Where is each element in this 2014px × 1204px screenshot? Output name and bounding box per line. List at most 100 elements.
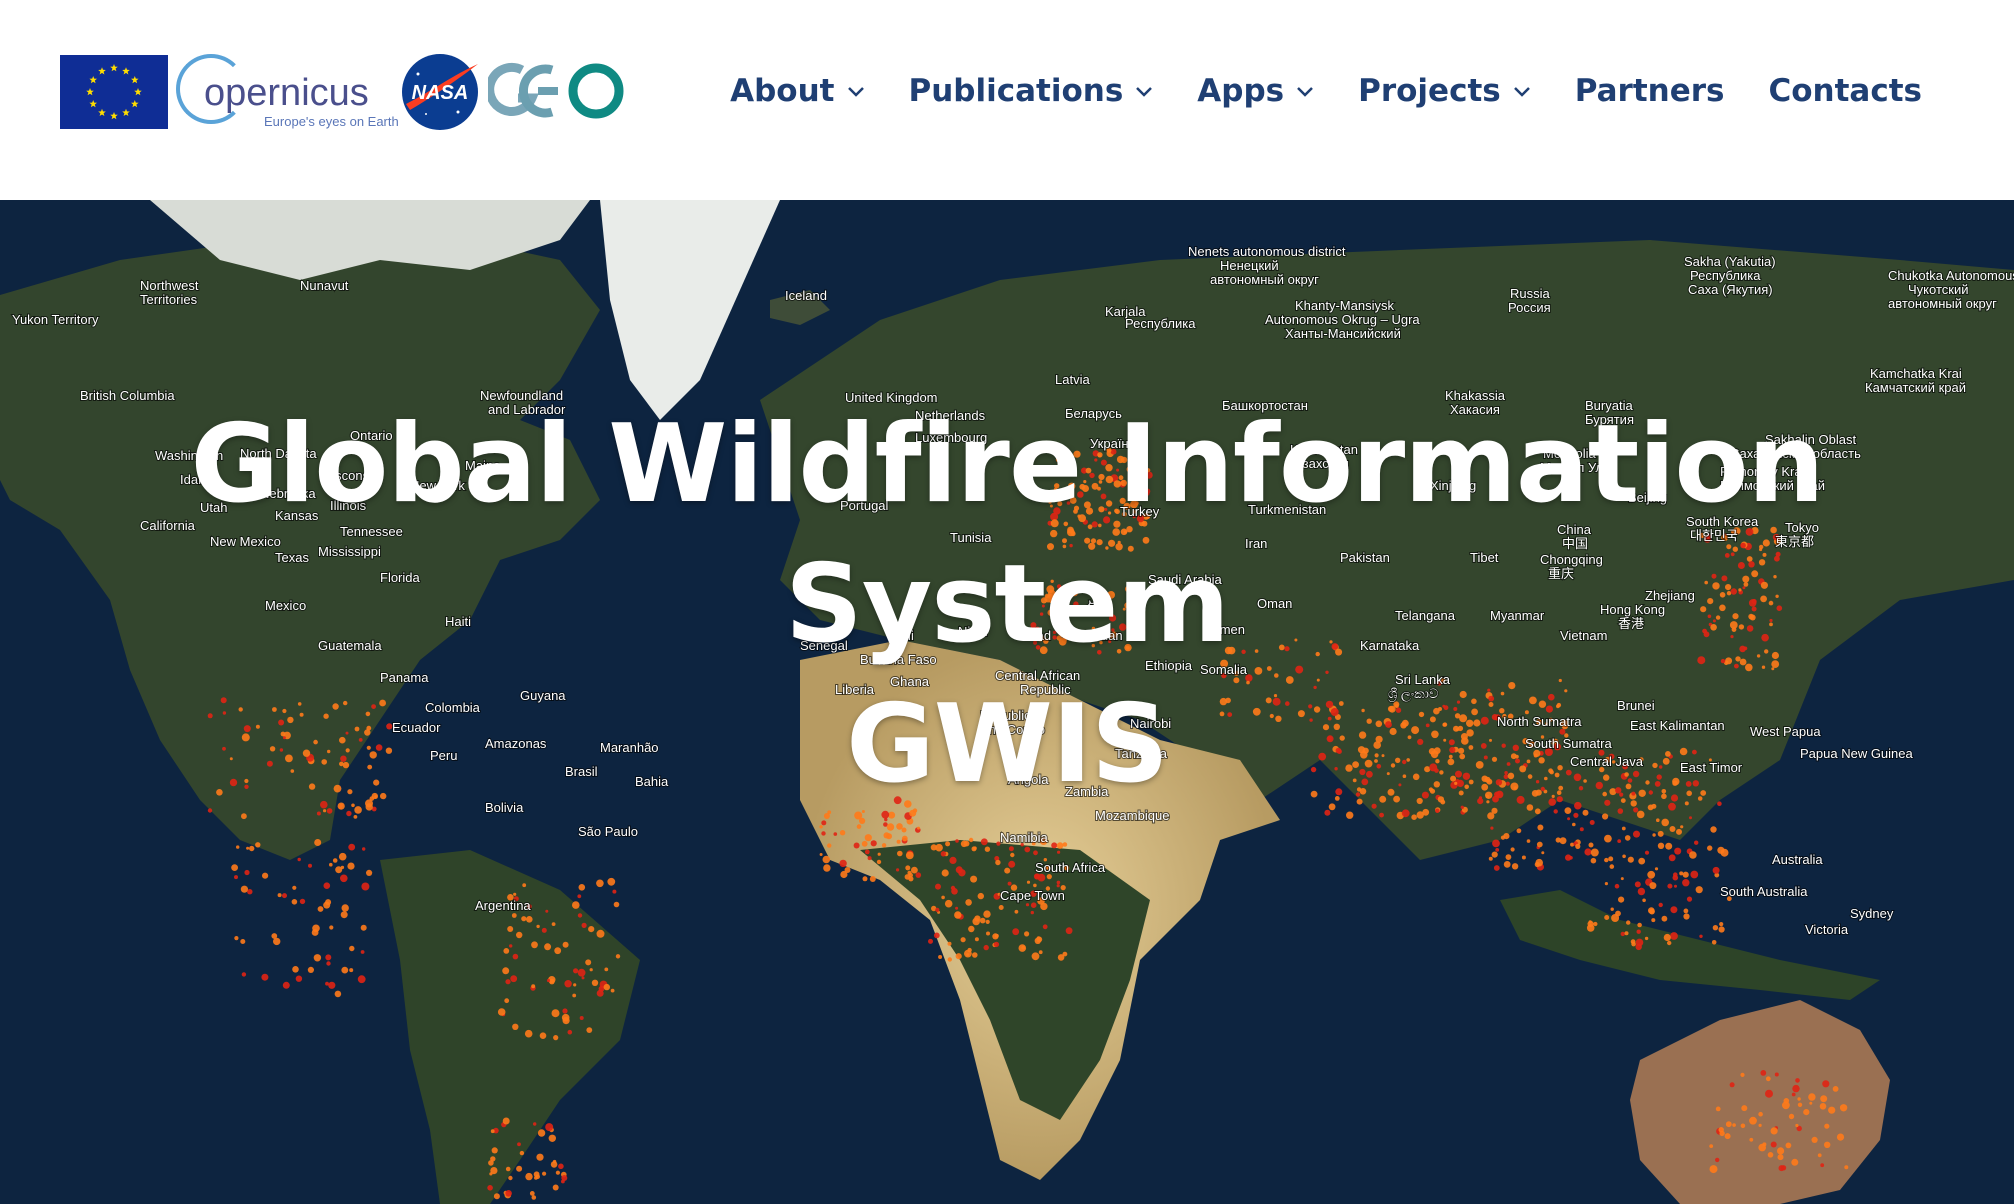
fire-dot [1590, 848, 1599, 857]
fire-dot [1686, 896, 1693, 902]
fire-dot [1824, 1141, 1831, 1148]
fire-dot [1656, 818, 1660, 822]
map-label-argentina: Argentina [475, 898, 531, 913]
fire-dot [985, 919, 990, 925]
fire-dot [1588, 842, 1594, 848]
fire-dot [908, 872, 913, 878]
fire-dot [497, 1008, 506, 1016]
fire-dot [236, 845, 240, 849]
map-label-namibia: Namibia [1000, 830, 1048, 845]
fire-dot [954, 911, 962, 919]
fire-dot [1712, 866, 1720, 874]
fire-dot [886, 823, 895, 831]
fire-dot [282, 893, 287, 899]
map-label-nenets: Nenets autonomous district [1188, 244, 1346, 259]
fire-dot [1774, 1072, 1779, 1077]
fire-dot [536, 1153, 544, 1161]
fire-dot [1699, 934, 1703, 938]
fire-dot [1652, 833, 1656, 837]
fire-dot [833, 832, 838, 836]
eu-stars-icon [60, 55, 168, 129]
fire-dot [1803, 1109, 1810, 1116]
fire-dot [1584, 848, 1592, 856]
fire-dot [1056, 842, 1064, 849]
eu-flag-logo[interactable] [60, 55, 168, 129]
fire-dot [819, 825, 823, 829]
fire-dot [1694, 840, 1699, 845]
fire-dot [1672, 874, 1679, 881]
geo-logo[interactable] [485, 58, 628, 124]
fire-dot [561, 1013, 570, 1022]
fire-dot [1033, 883, 1037, 888]
fire-dot [1709, 1144, 1714, 1148]
fire-dot [505, 979, 511, 985]
fire-dot [1791, 1158, 1799, 1166]
fire-dot [1056, 884, 1060, 888]
fire-dot [1718, 1127, 1724, 1133]
fire-dot [965, 899, 972, 906]
fire-dot [585, 959, 592, 966]
fire-dot [1521, 855, 1526, 860]
fire-dot [554, 947, 562, 955]
fire-dot [1711, 940, 1717, 945]
fire-dot [821, 820, 827, 826]
fire-dot [1792, 1084, 1800, 1093]
nasa-logo[interactable]: NASA [400, 52, 480, 132]
fire-dot [591, 979, 599, 986]
map-label-rossiya: Россия [1508, 300, 1551, 315]
nav-apps[interactable]: Apps [1197, 73, 1314, 109]
fire-dot [1637, 887, 1646, 896]
fire-dot [1669, 826, 1676, 832]
nav-contacts[interactable]: Contacts [1768, 73, 1922, 109]
fire-dot [1624, 835, 1631, 841]
fire-dot [341, 966, 349, 974]
nav-about[interactable]: About [730, 73, 864, 109]
fire-dot [967, 947, 972, 953]
fire-dot [1004, 867, 1011, 874]
fire-dot [1741, 1105, 1748, 1112]
fire-dot [883, 832, 890, 839]
fire-dot [1819, 1103, 1827, 1110]
fire-dot [241, 972, 247, 977]
fire-dot [314, 839, 322, 846]
fire-dot [509, 944, 513, 948]
nav-publications[interactable]: Publications [909, 73, 1154, 109]
fire-dot [551, 1009, 560, 1018]
fire-dot [1493, 865, 1500, 871]
fire-dot [573, 968, 579, 974]
fire-dot [1604, 882, 1608, 886]
fire-dot [1608, 856, 1614, 862]
geo-wordmark-icon [485, 62, 624, 119]
map-label-south-africa: South Africa [1035, 860, 1106, 875]
fire-dot [572, 901, 580, 909]
fire-dot [979, 917, 986, 924]
fire-dot [1712, 925, 1719, 931]
fire-dot [935, 907, 940, 913]
fire-dot [1503, 833, 1510, 840]
hero-banner: Northwest Territories Yukon Territory Nunav… [0, 200, 2014, 1204]
fire-dot [1488, 856, 1493, 861]
fire-dot [1683, 913, 1690, 920]
fire-dot [822, 855, 831, 864]
fire-dot [973, 846, 977, 850]
nav-projects[interactable]: Projects [1358, 73, 1531, 109]
fire-dot [1670, 932, 1678, 940]
fire-dot [1617, 839, 1622, 843]
nav-partners[interactable]: Partners [1575, 73, 1725, 109]
fire-dot [529, 1191, 535, 1196]
map-label-kamchatka: Kamchatka Krai [1870, 366, 1962, 381]
fire-dot [1495, 848, 1500, 852]
fire-dot [1615, 910, 1621, 917]
fire-dot [1010, 852, 1015, 858]
fire-dot [516, 1165, 523, 1172]
fire-dot [917, 826, 920, 830]
fire-dot [983, 944, 989, 951]
map-label-khanty-ru: Ханты-Мансийский [1285, 326, 1401, 341]
fire-dot [596, 989, 604, 997]
map-label-avtonomny: автономный округ [1210, 272, 1319, 287]
fire-dot [933, 932, 940, 939]
fire-dot [546, 978, 551, 983]
fire-dot [1511, 863, 1519, 870]
fire-dot [1593, 921, 1598, 927]
fire-dot [1690, 870, 1699, 879]
